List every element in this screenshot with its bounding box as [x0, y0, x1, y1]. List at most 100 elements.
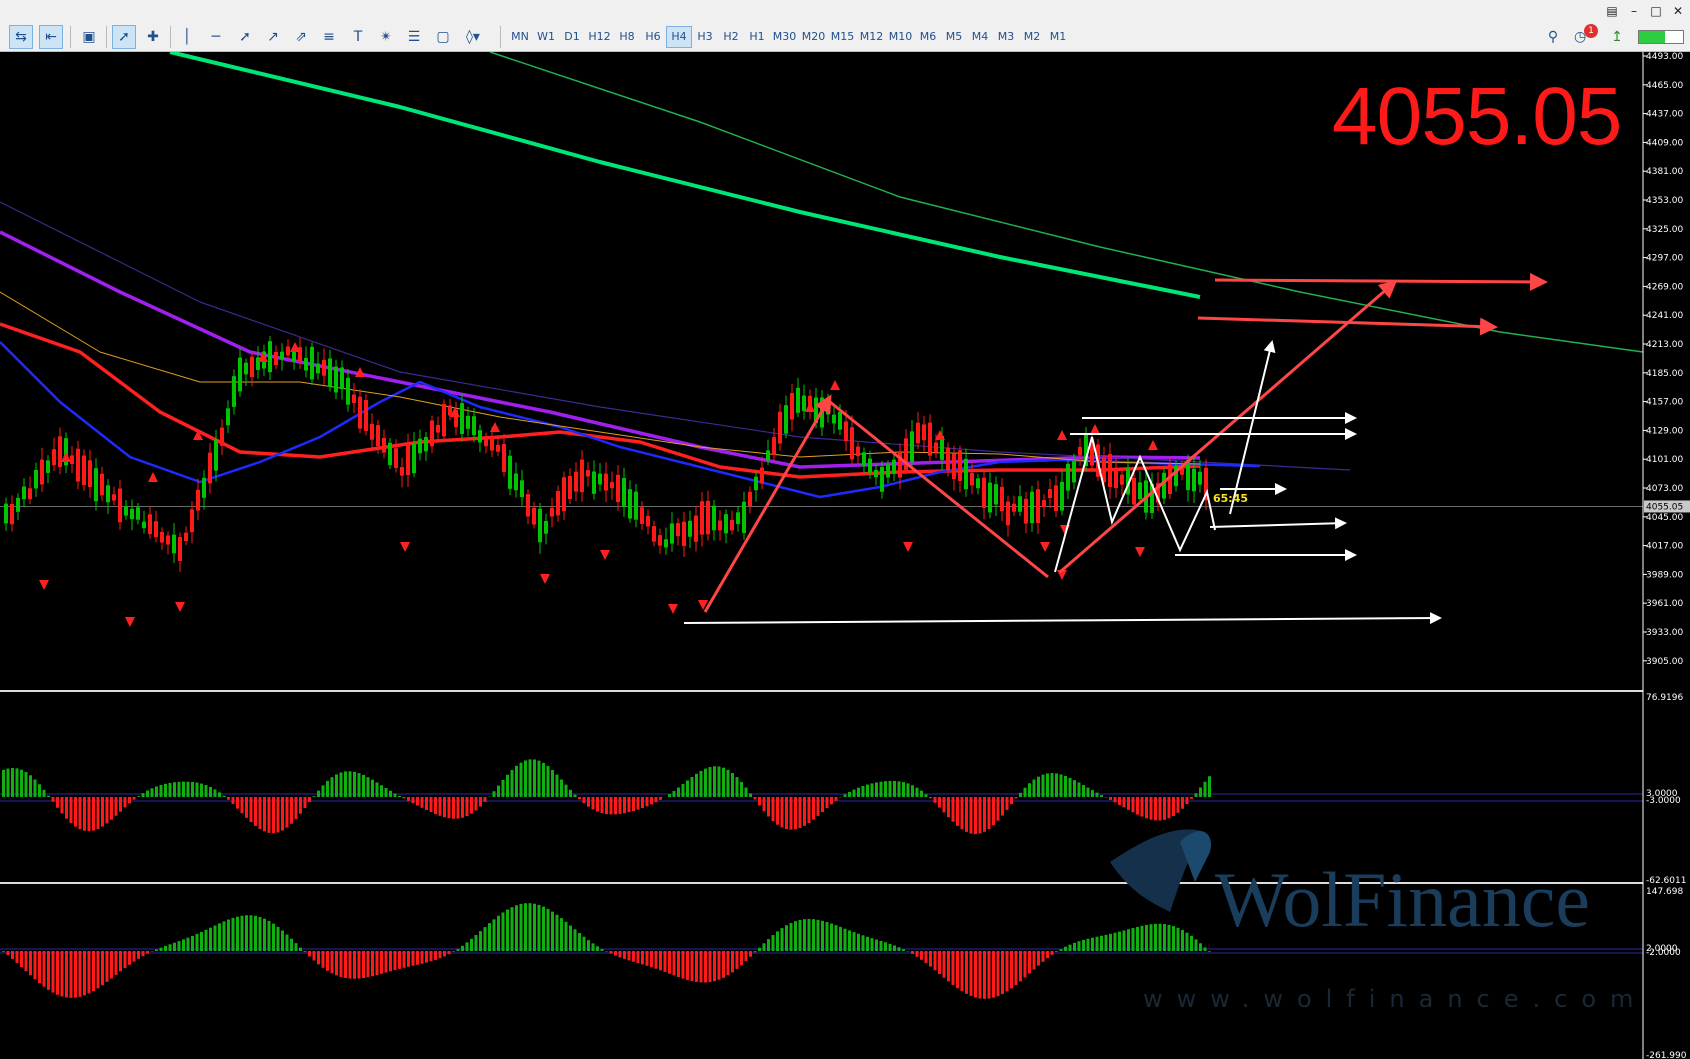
- timeframe-m20[interactable]: M20: [800, 27, 827, 47]
- osc2-bar: [438, 951, 442, 959]
- vertical-line-icon[interactable]: │: [176, 26, 198, 48]
- candle-body: [982, 477, 986, 508]
- signal-icon[interactable]: ↥: [1606, 26, 1628, 48]
- osc1-bar: [920, 790, 923, 797]
- timeframe-m4[interactable]: M4: [968, 27, 992, 47]
- chart-shift-icon[interactable]: ⇤: [39, 25, 63, 49]
- timeframe-w1[interactable]: W1: [534, 27, 558, 47]
- osc1-bar: [1118, 797, 1121, 805]
- restore-icon[interactable]: ▤: [1604, 3, 1620, 19]
- osc2-bar: [483, 927, 487, 951]
- osc2-bar: [515, 905, 518, 951]
- close-icon[interactable]: ✕: [1670, 3, 1686, 19]
- candle-body: [400, 467, 404, 476]
- price-tick-label: 4213.00: [1646, 340, 1683, 350]
- osc2-bar: [677, 951, 680, 978]
- timeframe-h8[interactable]: H8: [615, 27, 639, 47]
- timeframe-m1[interactable]: M1: [1046, 27, 1070, 47]
- timeframe-m10[interactable]: M10: [887, 27, 914, 47]
- osc2-tick-label: 147.698: [1646, 887, 1683, 897]
- candle-body: [916, 422, 920, 444]
- ray-icon[interactable]: ↗: [262, 26, 284, 48]
- osc1-tick-label: 76.9196: [1646, 693, 1683, 703]
- text-tool-icon[interactable]: T: [347, 26, 369, 48]
- candle-body: [1186, 460, 1190, 491]
- alerts-button[interactable]: ◷ 1: [1574, 24, 1598, 48]
- timeframe-m30[interactable]: M30: [771, 27, 798, 47]
- timeframe-mn[interactable]: MN: [508, 27, 532, 47]
- osc2-bar: [366, 951, 370, 978]
- search-icon[interactable]: ⚲: [1542, 26, 1564, 48]
- candle-body: [1042, 500, 1046, 508]
- battery-fill: [1639, 31, 1666, 43]
- trendline-icon[interactable]: ➚: [234, 26, 256, 48]
- osc1-bar: [267, 797, 271, 833]
- fractal-up-icon: [148, 472, 158, 482]
- osc2-bar: [258, 917, 262, 951]
- osc1-bar: [807, 797, 811, 823]
- osc2-bar: [380, 951, 383, 974]
- minimize-icon[interactable]: –: [1626, 3, 1642, 19]
- candle-body: [100, 473, 104, 496]
- osc2-bar: [1095, 936, 1099, 951]
- osc2-bar: [105, 951, 109, 982]
- timeframe-m2[interactable]: M2: [1020, 27, 1044, 47]
- shapes-icon[interactable]: ◊▾: [462, 26, 484, 48]
- gann-icon[interactable]: ✴: [375, 26, 397, 48]
- rectangle-icon[interactable]: ▢: [432, 26, 454, 48]
- osc1-bar: [753, 797, 757, 800]
- crosshair-icon[interactable]: ✚: [142, 26, 164, 48]
- timeframe-d1[interactable]: D1: [560, 27, 584, 47]
- timeframe-h12[interactable]: H12: [586, 27, 613, 47]
- price-tick-label: 4101.00: [1646, 455, 1683, 465]
- timeframe-h2[interactable]: H2: [719, 27, 743, 47]
- candle-body: [622, 478, 626, 507]
- candle-body: [202, 477, 206, 498]
- timeframe-m5[interactable]: M5: [942, 27, 966, 47]
- candle-body: [508, 455, 512, 489]
- osc2-bar: [992, 951, 995, 998]
- osc2-bar: [407, 951, 410, 967]
- timeframe-h6[interactable]: H6: [641, 27, 665, 47]
- candle-body: [496, 444, 500, 452]
- osc2-bar: [236, 916, 239, 951]
- candle-body: [946, 447, 950, 471]
- cursor-icon[interactable]: ➚: [112, 25, 136, 49]
- timeframe-m12[interactable]: M12: [858, 27, 885, 47]
- timeframe-h3[interactable]: H3: [693, 27, 717, 47]
- osc1-bar: [101, 797, 104, 827]
- osc2-bar: [245, 915, 248, 951]
- osc2-bar: [920, 951, 923, 960]
- candle-body: [166, 535, 170, 545]
- autoscroll-icon[interactable]: ⇆: [9, 25, 33, 49]
- maximize-icon[interactable]: □: [1648, 3, 1664, 19]
- osc1-bar: [1032, 779, 1036, 797]
- osc1-bar: [416, 797, 419, 806]
- osc1-bar: [92, 797, 95, 831]
- timeframe-h1[interactable]: H1: [745, 27, 769, 47]
- osc2-bar: [1037, 951, 1040, 966]
- timeframe-m15[interactable]: M15: [829, 27, 856, 47]
- timeframe-m6[interactable]: M6: [916, 27, 940, 47]
- toolbar-divider: [106, 26, 107, 48]
- osc2-bar: [303, 951, 307, 953]
- timeframe-h4[interactable]: H4: [666, 26, 692, 48]
- osc2-bar: [789, 922, 793, 951]
- osc1-bar: [87, 797, 91, 832]
- osc1-bar: [587, 797, 590, 807]
- candle-body: [28, 488, 32, 500]
- channel-icon[interactable]: ⇗: [290, 26, 312, 48]
- battery-indicator: [1638, 30, 1684, 44]
- andrews-pitchfork-icon[interactable]: ☰: [403, 26, 425, 48]
- screenshot-icon[interactable]: ▣: [78, 26, 100, 48]
- timeframe-m3[interactable]: M3: [994, 27, 1018, 47]
- horizontal-line-icon[interactable]: ─: [205, 26, 227, 48]
- candle-body: [988, 482, 992, 513]
- osc2-bar: [33, 951, 37, 980]
- osc1-bar: [915, 787, 919, 797]
- osc2-bar: [182, 939, 185, 951]
- osc1-bar: [74, 797, 77, 827]
- candle-body: [856, 446, 860, 457]
- candle-body: [538, 508, 542, 543]
- fibonacci-icon[interactable]: ≡: [318, 26, 340, 48]
